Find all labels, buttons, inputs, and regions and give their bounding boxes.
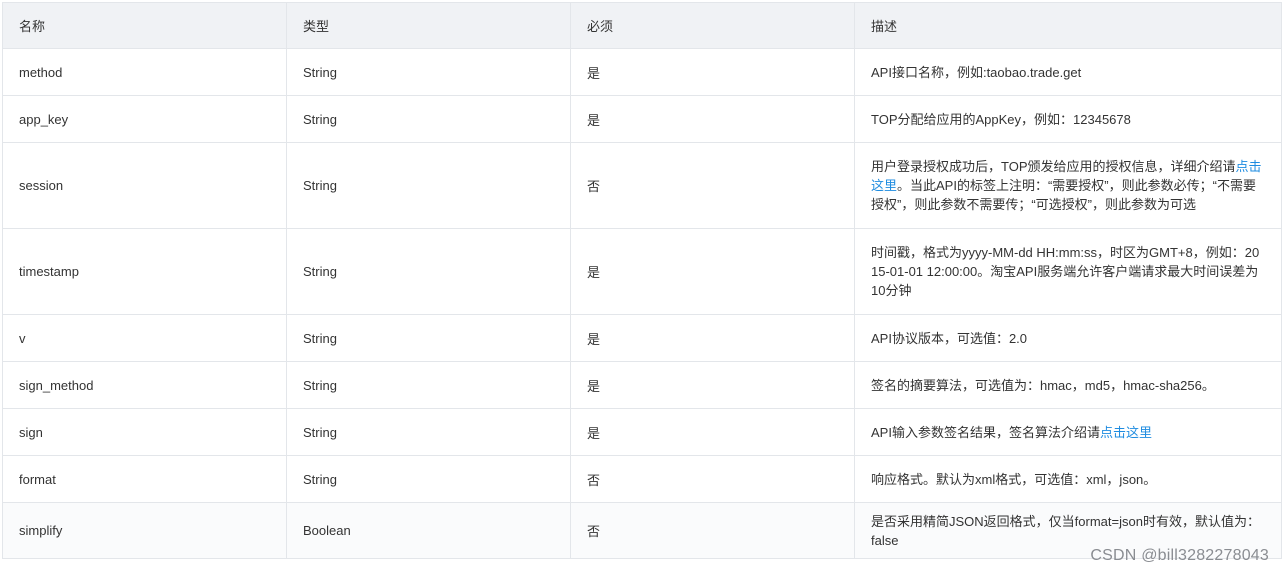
param-name: sign (2, 408, 287, 456)
table-row: v String 是 API协议版本，可选值：2.0 (2, 314, 1282, 362)
param-name: method (2, 48, 287, 96)
param-required: 否 (570, 142, 855, 229)
table-row: method String 是 API接口名称，例如:taobao.trade.… (2, 48, 1282, 96)
param-name: sign_method (2, 361, 287, 409)
param-description: API输入参数签名结果，签名算法介绍请点击这里 (854, 408, 1282, 456)
param-type: String (286, 142, 571, 229)
table-row: app_key String 是 TOP分配给应用的AppKey，例如：1234… (2, 95, 1282, 143)
table-row: timestamp String 是 时间戳，格式为yyyy-MM-dd HH:… (2, 228, 1282, 315)
parameters-table: 名称 类型 必须 描述 method String 是 API接口名称，例如:t… (2, 2, 1282, 559)
param-description: 时间戳，格式为yyyy-MM-dd HH:mm:ss，时区为GMT+8，例如：2… (854, 228, 1282, 315)
description-text: API输入参数签名结果，签名算法介绍请 (871, 424, 1100, 440)
param-name: format (2, 455, 287, 503)
param-required: 是 (570, 228, 855, 315)
table-row: session String 否 用户登录授权成功后，TOP颁发给应用的授权信息… (2, 142, 1282, 229)
param-type: String (286, 48, 571, 96)
param-name: simplify (2, 502, 287, 559)
param-description: 响应格式。默认为xml格式，可选值：xml，json。 (854, 455, 1282, 503)
header-type: 类型 (286, 2, 571, 49)
param-type: String (286, 228, 571, 315)
param-required: 是 (570, 95, 855, 143)
description-text: 用户登录授权成功后，TOP颁发给应用的授权信息，详细介绍请 (871, 159, 1236, 174)
param-type: String (286, 95, 571, 143)
param-required: 是 (570, 408, 855, 456)
param-type: String (286, 455, 571, 503)
param-name: session (2, 142, 287, 229)
param-name: v (2, 314, 287, 362)
csdn-watermark: CSDN @bill3282278043 (1090, 547, 1269, 564)
param-description: 用户登录授权成功后，TOP颁发给应用的授权信息，详细介绍请点击这里。当此API的… (854, 142, 1282, 229)
param-required: 是 (570, 361, 855, 409)
header-description: 描述 (854, 2, 1282, 49)
param-description: TOP分配给应用的AppKey，例如：12345678 (854, 95, 1282, 143)
table-row: sign_method String 是 签名的摘要算法，可选值为：hmac，m… (2, 361, 1282, 409)
param-required: 否 (570, 455, 855, 503)
param-type: String (286, 361, 571, 409)
param-type: Boolean (286, 502, 571, 559)
header-name: 名称 (2, 2, 287, 49)
table-row: format String 否 响应格式。默认为xml格式，可选值：xml，js… (2, 455, 1282, 503)
param-description: API协议版本，可选值：2.0 (854, 314, 1282, 362)
param-required: 是 (570, 48, 855, 96)
param-type: String (286, 314, 571, 362)
header-required: 必须 (570, 2, 855, 49)
param-name: timestamp (2, 228, 287, 315)
param-description: API接口名称，例如:taobao.trade.get (854, 48, 1282, 96)
table-header-row: 名称 类型 必须 描述 (2, 2, 1282, 49)
param-required: 否 (570, 502, 855, 559)
description-text: 。当此API的标签上注明：“需要授权”，则此参数必传；“不需要授权”，则此参数不… (871, 178, 1256, 212)
table-row: sign String 是 API输入参数签名结果，签名算法介绍请点击这里 (2, 408, 1282, 456)
param-name: app_key (2, 95, 287, 143)
param-required: 是 (570, 314, 855, 362)
param-type: String (286, 408, 571, 456)
param-description: 签名的摘要算法，可选值为：hmac，md5，hmac-sha256。 (854, 361, 1282, 409)
click-here-link[interactable]: 点击这里 (1100, 425, 1152, 440)
